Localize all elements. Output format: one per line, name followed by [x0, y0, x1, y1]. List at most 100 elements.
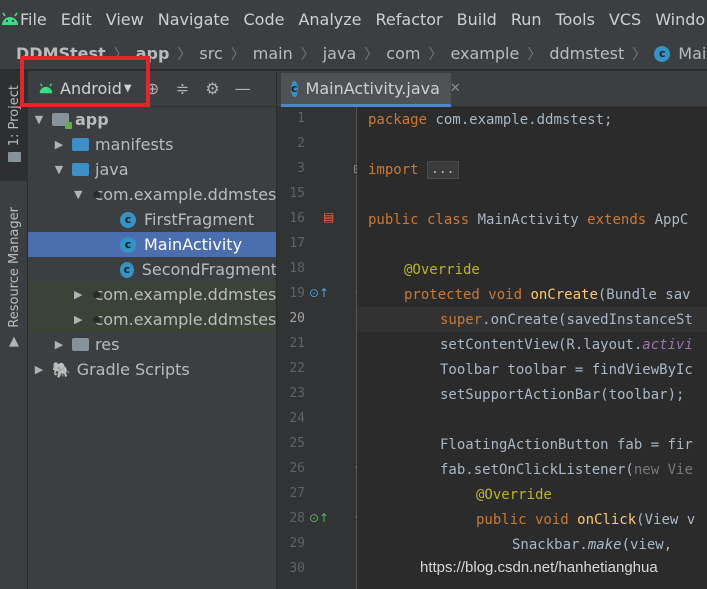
- chevron-right-icon: 〉: [230, 46, 245, 63]
- code-line: public void onClick (View v: [357, 507, 707, 532]
- breadcrumb-main[interactable]: main: [253, 44, 293, 63]
- collapsed-arrow-icon[interactable]: ▶: [32, 363, 46, 376]
- tree-item-label: SecondFragment: [141, 260, 277, 279]
- tab-mainactivity-java[interactable]: c MainActivity.java ✕: [281, 73, 461, 107]
- menu-edit[interactable]: Edit: [61, 10, 92, 29]
- line-number: 17: [289, 236, 305, 251]
- class-icon: c: [654, 45, 671, 62]
- collapsed-arrow-icon[interactable]: ▶: [74, 313, 82, 326]
- code-token: (view,: [621, 536, 681, 553]
- menu-window[interactable]: Windo: [655, 10, 705, 29]
- line-number: 15: [289, 186, 305, 201]
- line-number: 24: [289, 411, 305, 426]
- code-line: public class MainActivity extends AppC: [357, 207, 707, 232]
- menu-file[interactable]: File: [20, 10, 47, 29]
- menu-navigate[interactable]: Navigate: [158, 10, 230, 29]
- chevron-right-icon: 〉: [177, 46, 192, 63]
- folded-imports[interactable]: ...: [427, 160, 459, 179]
- class-icon: c: [291, 80, 298, 97]
- line-number-current: 20: [289, 311, 305, 326]
- line-number: 21: [289, 336, 305, 351]
- tree-item-firstfragment[interactable]: c FirstFragment: [28, 207, 276, 232]
- breadcrumb-src[interactable]: src: [199, 44, 222, 63]
- breadcrumb-ddmstest[interactable]: ddmstest: [549, 44, 624, 63]
- tool-tab-project[interactable]: 1: Project: [0, 71, 28, 181]
- android-studio-logo-icon: [0, 12, 20, 26]
- line-number: 25: [289, 436, 305, 451]
- tool-tab-resource-label: Resource Manager: [6, 207, 22, 328]
- tree-item-mainactivity[interactable]: c MainActivity: [28, 232, 276, 257]
- breadcrumb-project[interactable]: DDMStest: [16, 44, 106, 63]
- app-folder-icon: [52, 113, 72, 129]
- code-line: fab.setOnClickListener(new Vie: [357, 457, 707, 482]
- menu-vcs[interactable]: VCS: [609, 10, 641, 29]
- code-editor[interactable]: package com.example.ddmstest; import ...…: [357, 107, 707, 589]
- code-token: AppC: [646, 211, 689, 228]
- hide-panel-icon[interactable]: —: [228, 79, 258, 98]
- collapsed-arrow-icon[interactable]: ▶: [52, 138, 66, 151]
- code-token: Vie: [659, 461, 693, 478]
- breadcrumb-com[interactable]: com: [386, 44, 420, 63]
- chevron-right-icon: 〉: [428, 46, 443, 63]
- tree-item-java[interactable]: ▼ java: [28, 157, 276, 182]
- code-token: (savedInstanceSt: [558, 311, 693, 328]
- code-line: protected void onCreate (Bundle sav: [357, 282, 707, 307]
- tree-item-label: manifests: [95, 135, 174, 154]
- tree-item-gradle-scripts[interactable]: ▶ 🐘 Gradle Scripts: [28, 357, 276, 382]
- close-icon[interactable]: ✕: [450, 81, 461, 96]
- code-token: onClick: [568, 511, 637, 528]
- menu-build[interactable]: Build: [457, 10, 497, 29]
- override-method-icon[interactable]: ⊙↑: [309, 286, 329, 300]
- menu-code[interactable]: Code: [244, 10, 285, 29]
- code-token: onCreate: [522, 286, 598, 303]
- code-line: Toolbar toolbar = findViewByIc: [357, 357, 707, 382]
- menu-view[interactable]: View: [106, 10, 144, 29]
- breadcrumb-mainactivity-label: MainActivity: [678, 44, 707, 63]
- expanded-arrow-icon[interactable]: ▼: [74, 188, 82, 201]
- code-line: FloatingActionButton fab = fir: [357, 432, 707, 457]
- tree-item-package-test[interactable]: ▶ com.example.ddmstest: [28, 307, 277, 332]
- class-icon: c: [120, 236, 136, 253]
- layout-preview-icon[interactable]: ▤: [323, 210, 334, 224]
- code-token: make: [587, 536, 622, 553]
- project-view-selector[interactable]: Android ▼: [28, 74, 138, 104]
- class-icon: c: [120, 211, 136, 228]
- chevron-right-icon: 〉: [527, 46, 542, 63]
- code-token: setSupportActionBar(toolbar);: [440, 386, 685, 403]
- tree-item-package[interactable]: ▼ com.example.ddmstest: [28, 182, 276, 207]
- tree-item-res[interactable]: ▶ res: [28, 332, 276, 357]
- menu-analyze[interactable]: Analyze: [298, 10, 361, 29]
- menu-tools[interactable]: Tools: [556, 10, 595, 29]
- line-number: 1: [297, 111, 305, 126]
- tool-tab-resource-manager[interactable]: Resource Manager ▲: [0, 207, 28, 427]
- folder-icon: [72, 163, 89, 176]
- scroll-from-source-icon[interactable]: ⊕: [138, 79, 168, 98]
- tree-item-package-android-test[interactable]: ▶ com.example.ddmstest: [28, 282, 277, 307]
- menu-refactor[interactable]: Refactor: [376, 10, 443, 29]
- line-number: 18: [289, 261, 305, 276]
- code-token: @Override: [476, 486, 552, 503]
- menu-run[interactable]: Run: [511, 10, 542, 29]
- breadcrumb-mainactivity[interactable]: c MainActivity: [654, 44, 707, 63]
- tree-item-manifests[interactable]: ▶ manifests: [28, 132, 276, 157]
- expanded-arrow-icon[interactable]: ▼: [52, 163, 66, 176]
- tree-item-app[interactable]: ▼ app: [28, 107, 276, 132]
- chevron-right-icon: 〉: [632, 46, 647, 63]
- collapsed-arrow-icon[interactable]: ▶: [74, 288, 82, 301]
- code-token: .onCreate: [482, 311, 559, 328]
- collapsed-arrow-icon[interactable]: ▶: [52, 338, 66, 351]
- breadcrumb-example[interactable]: example: [450, 44, 519, 63]
- folder-icon: [72, 138, 89, 151]
- implement-method-icon[interactable]: ⊙↑: [309, 511, 329, 525]
- tree-item-label: com.example.ddmstest: [94, 285, 277, 304]
- collapse-all-icon[interactable]: ≑: [168, 79, 198, 98]
- tree-item-label: java: [95, 160, 129, 179]
- tree-item-secondfragment[interactable]: c SecondFragment: [28, 257, 277, 282]
- gear-icon[interactable]: ⚙: [198, 79, 228, 98]
- breadcrumb-module[interactable]: app: [136, 44, 170, 63]
- tree-item-label: Gradle Scripts: [76, 360, 190, 379]
- tree-item-label: com.example.ddmstest: [94, 310, 277, 329]
- breadcrumb-java[interactable]: java: [323, 44, 357, 63]
- expanded-arrow-icon[interactable]: ▼: [32, 113, 46, 126]
- chevron-right-icon: 〉: [113, 46, 128, 63]
